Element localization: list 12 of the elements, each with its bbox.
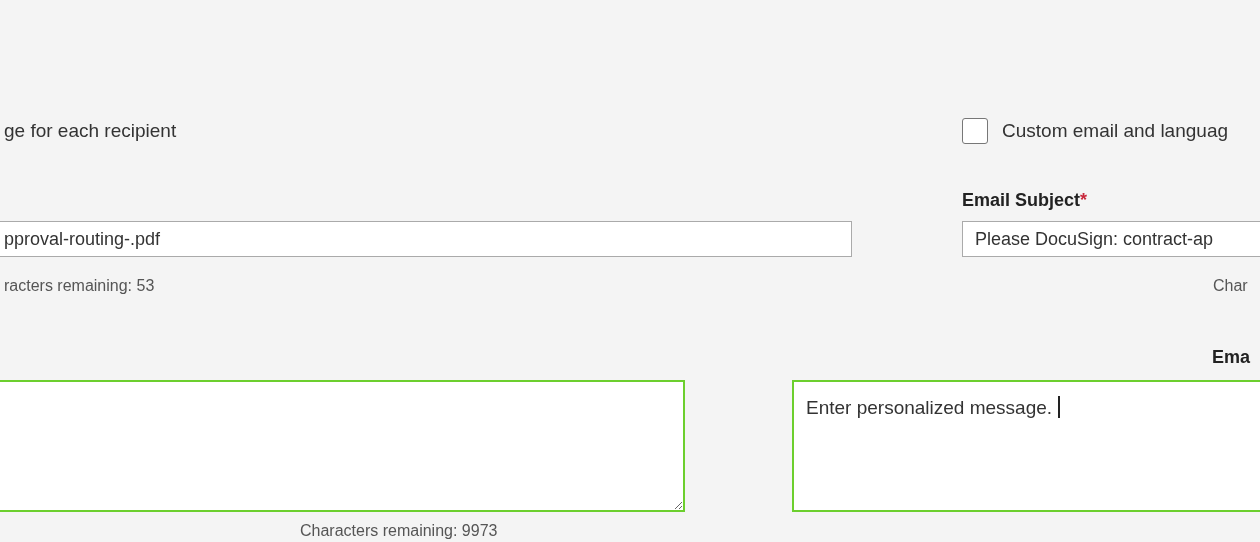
characters-remaining: Characters remaining: 9973 <box>300 522 498 540</box>
message-field[interactable]: Enter personalized message. <box>792 380 1260 512</box>
document-name-field[interactable]: pproval-routing-.pdf <box>0 221 852 257</box>
characters-remaining: racters remaining: 53 <box>4 277 156 295</box>
custom-email-checkbox[interactable]: Custom email and languag <box>962 118 1229 144</box>
field-label: Email Subject* <box>962 190 1088 211</box>
option-label: ge for each recipient <box>4 120 178 142</box>
checkbox[interactable] <box>962 118 988 144</box>
field-label: Ema <box>1212 347 1251 368</box>
message-field[interactable] <box>0 380 685 512</box>
characters-remaining: Char <box>1213 277 1248 295</box>
email-subject-field[interactable]: Please DocuSign: contract-ap <box>962 221 1260 257</box>
